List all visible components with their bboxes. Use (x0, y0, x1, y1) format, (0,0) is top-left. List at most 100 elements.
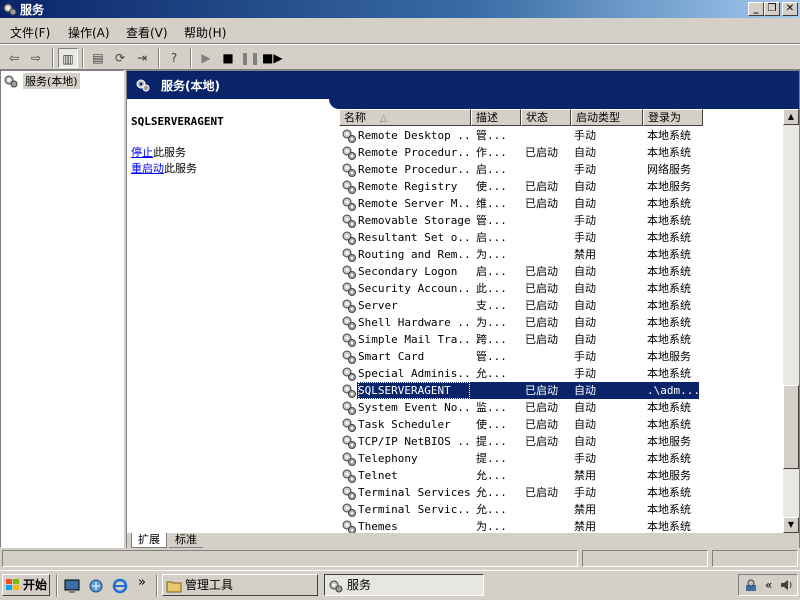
service-row[interactable]: Simple Mail Tra... 跨... 已启动 自动 本地系统 (339, 331, 779, 348)
service-status: 已启动 (525, 265, 558, 278)
service-logon: 本地系统 (647, 129, 691, 142)
column-header-status[interactable]: 状态 (521, 109, 571, 126)
service-name: Themes (358, 520, 398, 533)
service-row[interactable]: Routing and Rem... 为... 禁用 本地系统 (339, 246, 779, 263)
service-row[interactable]: TCP/IP NetBIOS ... 提... 已启动 自动 本地服务 (339, 433, 779, 450)
stop-service-icon[interactable]: ■ (218, 48, 238, 68)
restart-service-link[interactable]: 重启动 (131, 162, 164, 175)
service-name: Shell Hardware ... (358, 316, 470, 329)
service-row[interactable]: Remote Procedur... 启... 手动 网络服务 (339, 161, 779, 178)
restart-service-icon[interactable]: ■▶ (262, 48, 283, 68)
service-description: 允... (476, 503, 507, 516)
title-bar[interactable]: 服务 _ ❐ ✕ (0, 0, 800, 18)
forward-arrow-icon[interactable]: ⇨ (26, 48, 46, 68)
tray-expand-icon[interactable]: « (765, 578, 772, 592)
toolbar-separator (52, 48, 54, 68)
service-name: Task Scheduler (358, 418, 451, 431)
service-row[interactable]: Remote Procedur... 作... 已启动 自动 本地系统 (339, 144, 779, 161)
service-description: 为... (476, 520, 507, 533)
menu-file[interactable]: 文件(F) (10, 24, 50, 41)
column-header-logon-as[interactable]: 登录为 (643, 109, 703, 126)
pane-title: 服务(本地) (161, 79, 220, 93)
service-logon: 本地服务 (647, 435, 691, 448)
service-description: 支... (476, 299, 507, 312)
service-startup-type: 自动 (574, 146, 596, 159)
service-status: 已启动 (525, 333, 558, 346)
service-logon: 本地系统 (647, 197, 691, 210)
service-description-panel: SQLSERVERAGENT 停止此服务 重启动此服务 (131, 115, 327, 176)
service-row[interactable]: Terminal Services 允... 已启动 手动 本地系统 (339, 484, 779, 501)
stop-service-link[interactable]: 停止 (131, 146, 153, 159)
service-gear-icon (342, 435, 356, 449)
menu-help[interactable]: 帮助(H) (184, 24, 226, 41)
restore-button[interactable]: ❐ (764, 2, 780, 16)
service-row[interactable]: SQLSERVERAGENT 已启动 自动 .\adm... (339, 382, 779, 399)
service-logon: 本地服务 (647, 469, 691, 482)
column-header-startup-type[interactable]: 启动类型 (571, 109, 643, 126)
menu-view[interactable]: 查看(V) (126, 24, 168, 41)
scroll-up-icon[interactable]: ▲ (783, 109, 799, 125)
service-gear-icon (342, 129, 356, 143)
service-name: Routing and Rem... (358, 248, 470, 261)
service-row[interactable]: Smart Card 管... 手动 本地服务 (339, 348, 779, 365)
properties-icon[interactable]: ▤ (88, 48, 108, 68)
help-icon[interactable]: ? (164, 48, 184, 68)
column-header-description[interactable]: 描述 (471, 109, 521, 126)
service-row[interactable]: Task Scheduler 使... 已启动 自动 本地系统 (339, 416, 779, 433)
service-name: Security Accoun... (358, 282, 470, 295)
minimize-button[interactable]: _ (748, 2, 764, 16)
service-row[interactable]: Server 支... 已启动 自动 本地系统 (339, 297, 779, 314)
service-gear-icon (342, 265, 356, 279)
service-row[interactable]: Removable Storage 管... 手动 本地系统 (339, 212, 779, 229)
service-row[interactable]: Special Adminis... 允... 手动 本地系统 (339, 365, 779, 382)
pause-service-icon[interactable]: ❚❚ (240, 48, 260, 68)
service-description: 提... (476, 435, 507, 448)
service-description: 使... (476, 180, 507, 193)
volume-icon[interactable] (779, 577, 795, 593)
service-name: Simple Mail Tra... (358, 333, 470, 346)
service-name: Remote Registry (358, 180, 458, 193)
service-row[interactable]: Resultant Set o... 启... 手动 本地系统 (339, 229, 779, 246)
service-row[interactable]: Security Accoun... 此... 已启动 自动 本地系统 (339, 280, 779, 297)
close-button[interactable]: ✕ (782, 2, 798, 16)
service-logon: 本地系统 (647, 282, 691, 295)
start-service-icon[interactable]: ▶ (196, 48, 216, 68)
internet-explorer-icon[interactable] (112, 578, 128, 594)
service-name: System Event No... (358, 401, 470, 414)
scroll-thumb[interactable] (783, 385, 799, 469)
service-row[interactable]: Terminal Servic... 允... 禁用 本地系统 (339, 501, 779, 518)
quicklaunch-more-icon[interactable]: » (138, 575, 146, 590)
column-header-name[interactable]: 名称 △ (339, 109, 471, 126)
start-button[interactable]: 开始 (2, 574, 50, 596)
refresh-icon[interactable]: ⟳ (110, 48, 130, 68)
service-description: 管... (476, 350, 507, 363)
scroll-down-icon[interactable]: ▼ (783, 517, 799, 533)
menu-action[interactable]: 操作(A) (68, 24, 110, 41)
back-arrow-icon[interactable]: ⇦ (4, 48, 24, 68)
tray-app-icon[interactable] (743, 577, 759, 593)
service-name: Remote Procedur... (358, 146, 470, 159)
service-row[interactable]: Telnet 允... 禁用 本地服务 (339, 467, 779, 484)
explorer-icon[interactable] (88, 578, 104, 594)
vertical-scrollbar[interactable]: ▲ ▼ (783, 109, 799, 533)
service-row[interactable]: Remote Server M... 维... 已启动 自动 本地系统 (339, 195, 779, 212)
service-row[interactable]: Secondary Logon 启... 已启动 自动 本地系统 (339, 263, 779, 280)
service-row[interactable]: Telephony 提... 手动 本地系统 (339, 450, 779, 467)
export-list-icon[interactable]: ⇥ (132, 48, 152, 68)
show-tree-icon[interactable]: ▥ (58, 48, 78, 68)
service-startup-type: 自动 (574, 299, 596, 312)
tab-standard[interactable]: 标准 (169, 533, 203, 548)
service-gear-icon (342, 503, 356, 517)
tab-extended[interactable]: 扩展 (131, 533, 167, 548)
task-admin-tools[interactable]: 管理工具 (162, 574, 318, 596)
service-gear-icon (342, 520, 356, 533)
service-row[interactable]: Shell Hardware ... 为... 已启动 自动 本地系统 (339, 314, 779, 331)
service-row[interactable]: Remote Registry 使... 已启动 自动 本地服务 (339, 178, 779, 195)
service-row[interactable]: System Event No... 监... 已启动 自动 本地系统 (339, 399, 779, 416)
service-row[interactable]: Themes 为... 禁用 本地系统 (339, 518, 779, 533)
task-services[interactable]: 服务 (324, 574, 484, 596)
service-row[interactable]: Remote Desktop ... 管... 手动 本地系统 (339, 127, 779, 144)
service-logon: 本地服务 (647, 350, 691, 363)
show-desktop-icon[interactable] (64, 578, 80, 594)
toolbar-separator (190, 48, 192, 68)
